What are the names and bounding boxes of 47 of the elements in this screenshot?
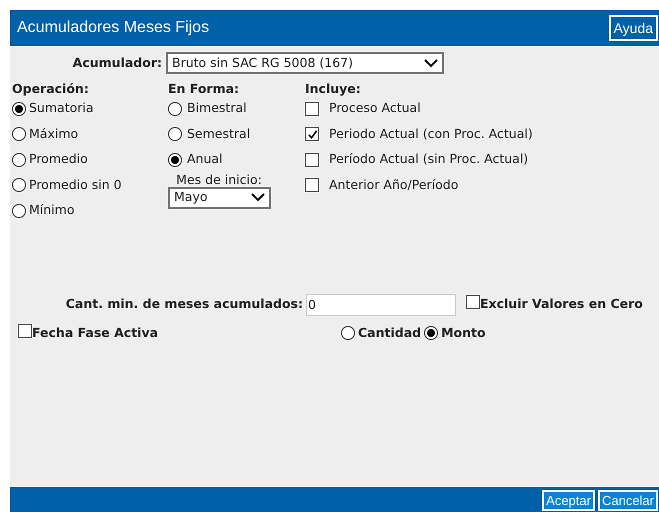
radio-label: Mínimo: [29, 201, 74, 220]
radio-label: Anual: [187, 150, 223, 168]
mes-select[interactable]: Mayo: [168, 186, 271, 208]
checkbox-label: Fecha Fase Activa: [32, 324, 160, 342]
radio-button[interactable]: [12, 127, 26, 142]
section-label: Incluye:: [305, 81, 362, 96]
acumulador-select[interactable]: Bruto sin SAC RG 5008 (167): [166, 52, 444, 74]
radio-button[interactable]: [424, 326, 438, 340]
radio-label: Promedio sin 0: [29, 176, 122, 194]
radio-button[interactable]: [12, 204, 26, 218]
checkbox[interactable]: [466, 294, 480, 309]
field-label: Acumulador:: [72, 54, 163, 72]
window-title: Acumuladores Meses Fijos: [17, 18, 210, 38]
input-field[interactable]: 0: [306, 294, 456, 316]
field-label: Mes de inicio:: [175, 172, 263, 186]
chevron-down-icon: [251, 193, 265, 202]
checkbox-label: Periodo Actual (con Proc. Actual): [329, 124, 533, 143]
checkbox-label: Excluir Valores en Cero: [480, 295, 643, 314]
checkbox[interactable]: [305, 127, 319, 142]
footer-button[interactable]: Aceptar: [542, 490, 595, 511]
radio-label: Monto: [441, 324, 486, 342]
radio-label: Cantidad: [358, 324, 422, 342]
help-button[interactable]: Ayuda: [608, 15, 658, 41]
radio-button[interactable]: [341, 326, 355, 340]
field-label: Cant. min. de meses acumulados:: [64, 295, 304, 314]
radio-button[interactable]: [12, 152, 26, 167]
checkbox[interactable]: [305, 102, 319, 116]
radio-button[interactable]: [168, 102, 182, 116]
checkbox-label: Proceso Actual: [329, 99, 421, 118]
radio-label: Sumatoria: [29, 99, 94, 118]
chevron-down-icon: [424, 58, 438, 68]
footer-button[interactable]: Cancelar: [598, 490, 658, 511]
section-label: En Forma:: [168, 81, 240, 96]
checkbox[interactable]: [18, 324, 32, 338]
radio-label: Semestral: [187, 124, 250, 143]
radio-button[interactable]: [12, 102, 26, 116]
section-label: Operación:: [12, 81, 90, 96]
checkbox-label: Período Actual (sin Proc. Actual): [329, 150, 528, 168]
radio-button[interactable]: [168, 127, 182, 142]
radio-label: Máximo: [29, 124, 78, 143]
checkbox[interactable]: [305, 178, 319, 192]
radio-button[interactable]: [168, 152, 182, 167]
radio-label: Promedio: [29, 150, 88, 168]
checkbox[interactable]: [305, 152, 319, 167]
radio-button[interactable]: [12, 178, 26, 192]
radio-label: Bimestral: [187, 99, 247, 118]
checkbox-label: Anterior Año/Período: [329, 176, 458, 194]
